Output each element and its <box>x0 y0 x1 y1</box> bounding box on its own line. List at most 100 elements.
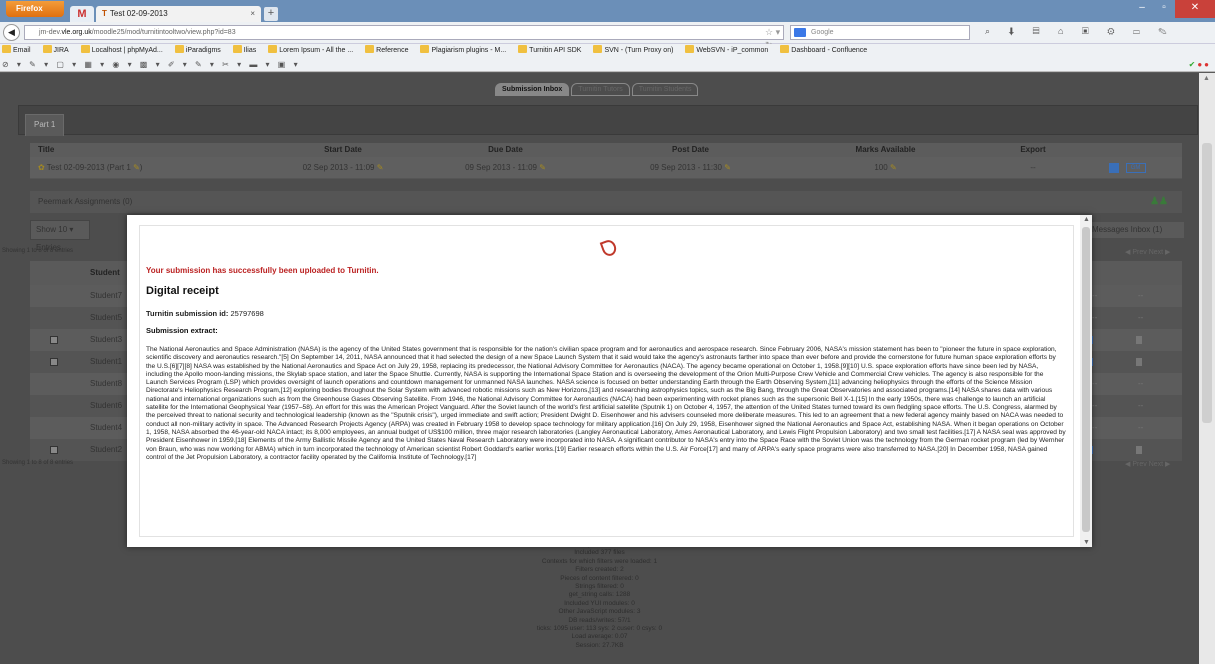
new-tab-button[interactable]: + <box>264 7 278 21</box>
tab-title: Test 02-09-2013 <box>109 9 168 18</box>
debug-line: Filters created: 2 <box>575 566 624 574</box>
col-post-date: Post Date <box>672 145 709 154</box>
page-scrollbar[interactable]: ▲ <box>1199 73 1215 664</box>
submission-id: Turnitin submission id: 25797698 <box>146 309 264 318</box>
debug-info: RAM peak: 45.5MBIncluded 377 filesContex… <box>0 541 1199 650</box>
debug-line: Included YUI modules: 0 <box>564 599 635 607</box>
bookmark-item[interactable]: Dashboard - Confluence <box>780 45 873 54</box>
col2-value: -- <box>1138 313 1144 322</box>
tab-part-1[interactable]: Part 1 <box>25 114 65 136</box>
row-checkbox[interactable] <box>50 336 58 344</box>
url-domain: vle.org.uk <box>61 29 92 36</box>
turnitin-logo-icon <box>599 238 619 258</box>
bookmark-icon <box>268 45 278 53</box>
show-entries-select[interactable]: Show 10 ▾ Entries <box>30 220 90 252</box>
assignment-table: Title Start Date Due Date Post Date Mark… <box>30 143 1182 179</box>
bookmark-icon <box>593 45 603 53</box>
search-bar[interactable]: Google <box>790 25 970 40</box>
minimize-icon[interactable]: – <box>1131 0 1153 18</box>
col-export: Export <box>1020 145 1046 154</box>
student-name[interactable]: Student1 <box>90 351 122 373</box>
student-name[interactable]: Student5 <box>90 307 122 329</box>
debug-line: Strings filtered: 0 <box>575 583 624 591</box>
back-button[interactable]: ◀ <box>3 24 20 41</box>
edit-due-icon[interactable]: ✎ <box>539 163 546 172</box>
bookmark-item[interactable]: Localhost | phpMyAd... <box>80 45 169 54</box>
modal-scrollbar[interactable]: ▲ ▼ <box>1080 215 1092 547</box>
page-scrollbar-thumb[interactable] <box>1202 143 1212 423</box>
peermark-assignments[interactable]: Peermark Assignments (0) ♟♟ <box>30 191 1182 213</box>
bookmark-label: Ilias <box>243 47 257 54</box>
col2-value: -- <box>1138 401 1144 410</box>
scroll-up-icon[interactable]: ▲ <box>1203 75 1210 82</box>
debug-line: DB reads/writes: 57/1 <box>568 616 631 624</box>
bookmark-label: Lorem Ipsum - All the ... <box>279 47 354 54</box>
tab-turnitin-tutors[interactable]: Turnitin Tutors <box>571 83 630 96</box>
edit-start-icon[interactable]: ✎ <box>377 163 384 172</box>
bookmark-item[interactable]: iParadigms <box>174 45 227 54</box>
bookmark-item[interactable]: Turnitin API SDK <box>518 45 587 54</box>
tab-close-icon[interactable]: × <box>250 6 255 22</box>
submission-id-value: 25797698 <box>230 309 264 318</box>
tab-turnitin-students[interactable]: Turnitin Students <box>631 83 699 96</box>
student-name[interactable]: Student4 <box>90 417 122 439</box>
entries-value: 10 <box>58 225 68 234</box>
bookmark-item[interactable]: Reference <box>365 45 414 54</box>
grademark-button[interactable]: GM <box>1125 162 1146 173</box>
student-name[interactable]: Student6 <box>90 395 122 417</box>
edit-post-icon[interactable]: ✎ <box>724 163 731 172</box>
debug-line: Included 377 files <box>574 549 625 557</box>
bookmark-item[interactable]: JIRA <box>42 45 75 54</box>
modal-scrollbar-thumb[interactable] <box>1082 227 1090 532</box>
debug-line: Session: 27.7KB <box>575 641 624 649</box>
bookmark-icon <box>365 45 375 53</box>
toolbar-icons[interactable]: ⌕ ⬇ ▤ ⌂ ▣ ⚙ ▭ ✎ <box>985 26 1175 37</box>
tab-active[interactable]: T Test 02-09-2013 × <box>96 6 261 22</box>
modal-scroll-up-icon[interactable]: ▲ <box>1083 216 1090 223</box>
tab-gmail[interactable]: M <box>70 6 94 22</box>
post-date-cell: 09 Sep 2013 - 11:30 ✎ <box>603 157 778 178</box>
peermark-users-icon[interactable]: ♟♟ <box>1150 191 1168 213</box>
inbox-tabs: Submission Inbox Turnitin Tutors Turniti… <box>495 83 699 96</box>
maximize-icon[interactable]: ▫ <box>1153 0 1175 18</box>
student-name[interactable]: Student8 <box>90 373 122 395</box>
student-name[interactable]: Student2 <box>90 439 122 461</box>
trash-icon[interactable] <box>1136 358 1142 366</box>
next-button[interactable]: Next <box>1149 249 1163 256</box>
edit-marks-icon[interactable]: ✎ <box>890 163 897 172</box>
row-checkbox[interactable] <box>50 358 58 366</box>
col2-value: -- <box>1138 291 1144 300</box>
next-button[interactable]: Next <box>1149 461 1163 468</box>
bookmark-item[interactable]: Email <box>2 45 37 54</box>
student-name[interactable]: Student7 <box>90 285 122 307</box>
trash-icon[interactable] <box>1136 336 1142 344</box>
gear-icon[interactable]: ✿ <box>38 163 45 172</box>
edit-title-icon[interactable]: ✎ <box>133 163 140 172</box>
close-window-icon[interactable]: ✕ <box>1175 0 1215 18</box>
bookmark-item[interactable]: Plagiarism plugins - M... <box>420 45 512 54</box>
assignment-row: ✿ Test 02-09-2013 (Part 1 ✎) 02 Sep 2013… <box>30 157 1182 179</box>
trash-icon[interactable] <box>1136 446 1142 454</box>
marks-cell: 100 ✎ <box>778 157 993 178</box>
prev-button[interactable]: Prev <box>1132 461 1146 468</box>
bookmark-icon <box>174 45 184 53</box>
bookmark-item[interactable]: Lorem Ipsum - All the ... <box>268 45 359 54</box>
row-checkbox[interactable] <box>50 446 58 454</box>
firefox-menu-button[interactable]: Firefox <box>6 1 64 17</box>
parts-bar: Part 1 <box>18 105 1198 136</box>
modal-scroll-down-icon[interactable]: ▼ <box>1083 539 1090 546</box>
student-name[interactable]: Student3 <box>90 329 122 351</box>
bookmark-item[interactable]: SVN - (Turn Proxy on) <box>593 45 679 54</box>
statistics-icon[interactable] <box>1109 162 1120 173</box>
prev-button[interactable]: Prev <box>1132 249 1146 256</box>
col-title: Title <box>38 145 55 154</box>
bookmark-icon <box>518 45 528 53</box>
url-bar[interactable]: jm-dev.vle.org.uk/moodle25/mod/turnitint… <box>24 25 784 50</box>
messages-inbox-button[interactable]: Messages Inbox (1) <box>1092 222 1184 238</box>
tab-submission-inbox[interactable]: Submission Inbox <box>495 83 570 96</box>
bookmark-label: Plagiarism plugins - M... <box>431 47 507 54</box>
col-actions <box>1073 143 1182 157</box>
bookmark-item[interactable]: WebSVN - iP_common <box>685 45 774 54</box>
toolbar-status-icons[interactable]: ✔●● <box>1189 58 1211 71</box>
bookmark-item[interactable]: Ilias <box>232 45 262 54</box>
